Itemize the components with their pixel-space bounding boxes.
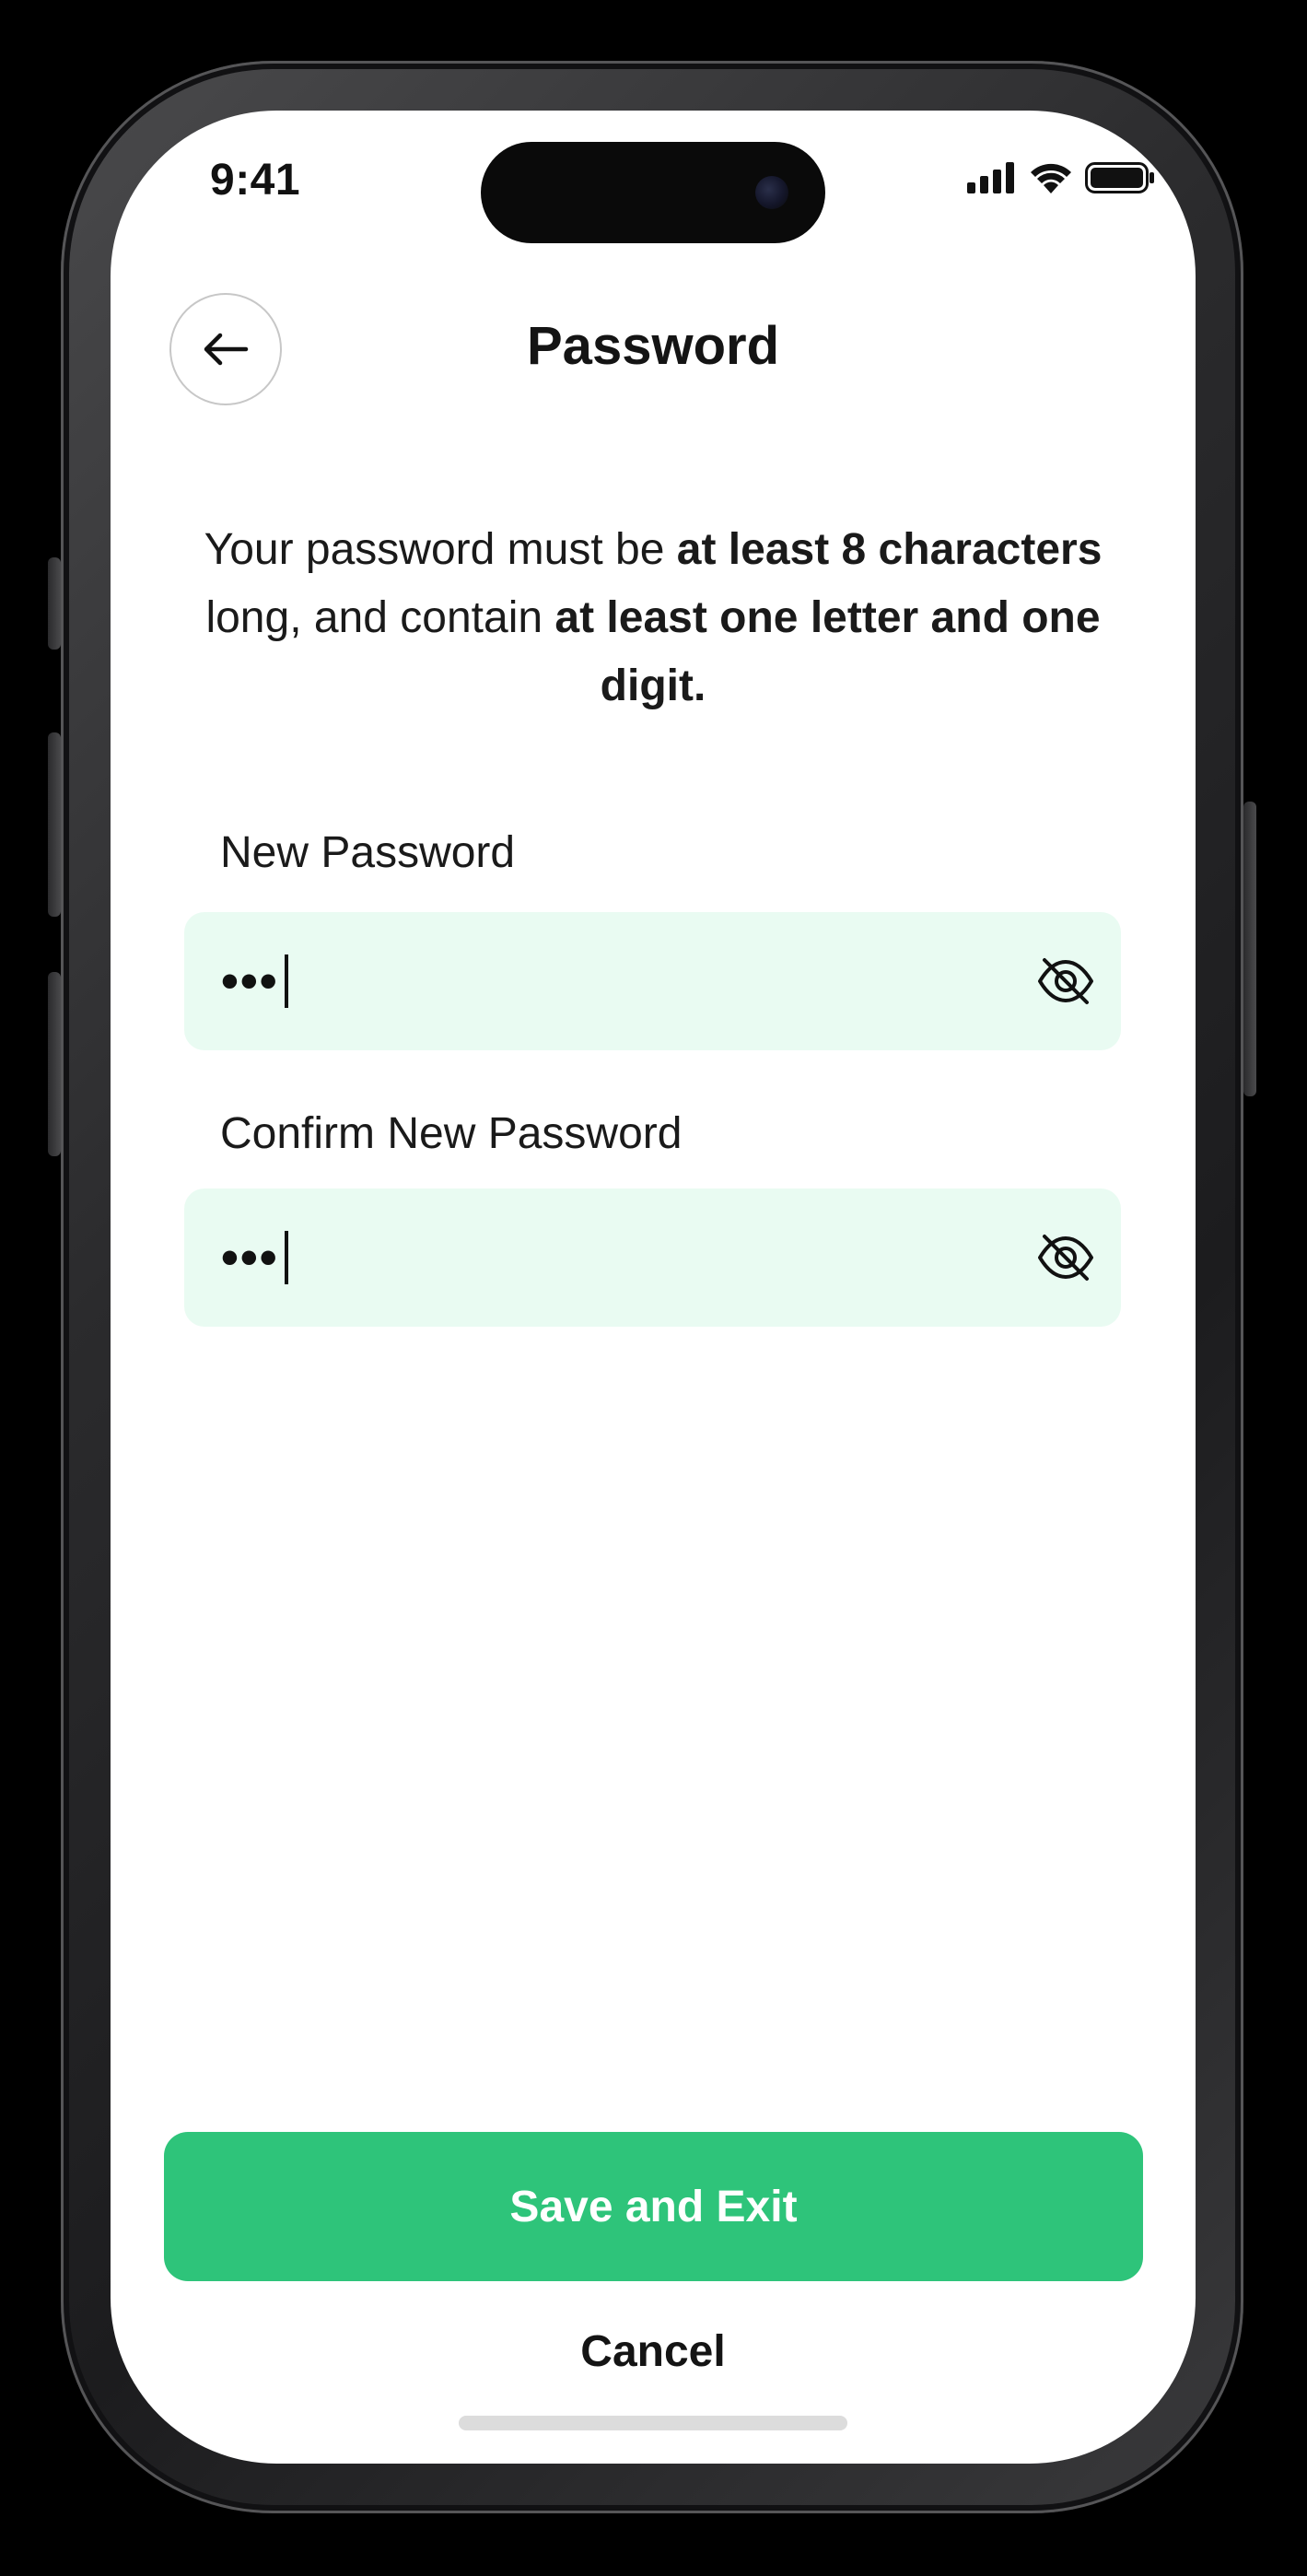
confirm-password-label: Confirm New Password — [220, 1109, 683, 1158]
screen: 9:41 Password Your password must be at l… — [111, 111, 1196, 2464]
volume-up-button — [48, 732, 61, 917]
cancel-button[interactable]: Cancel — [111, 2326, 1196, 2377]
new-password-label: New Password — [220, 828, 516, 877]
text-caret — [284, 1231, 288, 1284]
requirements-length: at least 8 characters — [676, 525, 1103, 574]
confirm-password-field[interactable]: ••• — [184, 1188, 1121, 1327]
show-password-toggle[interactable] — [1034, 950, 1097, 1013]
requirements-text: Your password must be — [204, 525, 677, 574]
wifi-icon — [1030, 162, 1072, 198]
show-confirm-password-toggle[interactable] — [1034, 1226, 1097, 1289]
battery-icon — [1085, 162, 1155, 198]
cellular-signal-icon — [967, 162, 1017, 198]
new-password-field[interactable]: ••• — [184, 912, 1121, 1050]
eye-off-icon — [1038, 958, 1093, 1004]
page-title: Password — [527, 316, 779, 376]
password-requirements: Your password must be at least 8 charact… — [203, 516, 1103, 720]
front-camera-icon — [755, 176, 788, 209]
status-icons — [967, 162, 1155, 198]
action-button — [48, 557, 61, 650]
home-indicator[interactable] — [459, 2416, 847, 2430]
requirements-text-2: long, and contain — [205, 593, 555, 642]
confirm-password-value: ••• — [221, 1225, 288, 1290]
text-caret — [284, 954, 288, 1008]
new-password-value: ••• — [221, 949, 288, 1013]
dynamic-island — [481, 142, 825, 243]
status-time: 9:41 — [210, 156, 301, 205]
volume-down-button — [48, 972, 61, 1156]
save-and-exit-button[interactable]: Save and Exit — [164, 2132, 1143, 2281]
requirements-composition: at least one letter and one digit. — [554, 593, 1101, 710]
power-button — [1243, 802, 1256, 1096]
eye-off-icon — [1038, 1235, 1093, 1281]
